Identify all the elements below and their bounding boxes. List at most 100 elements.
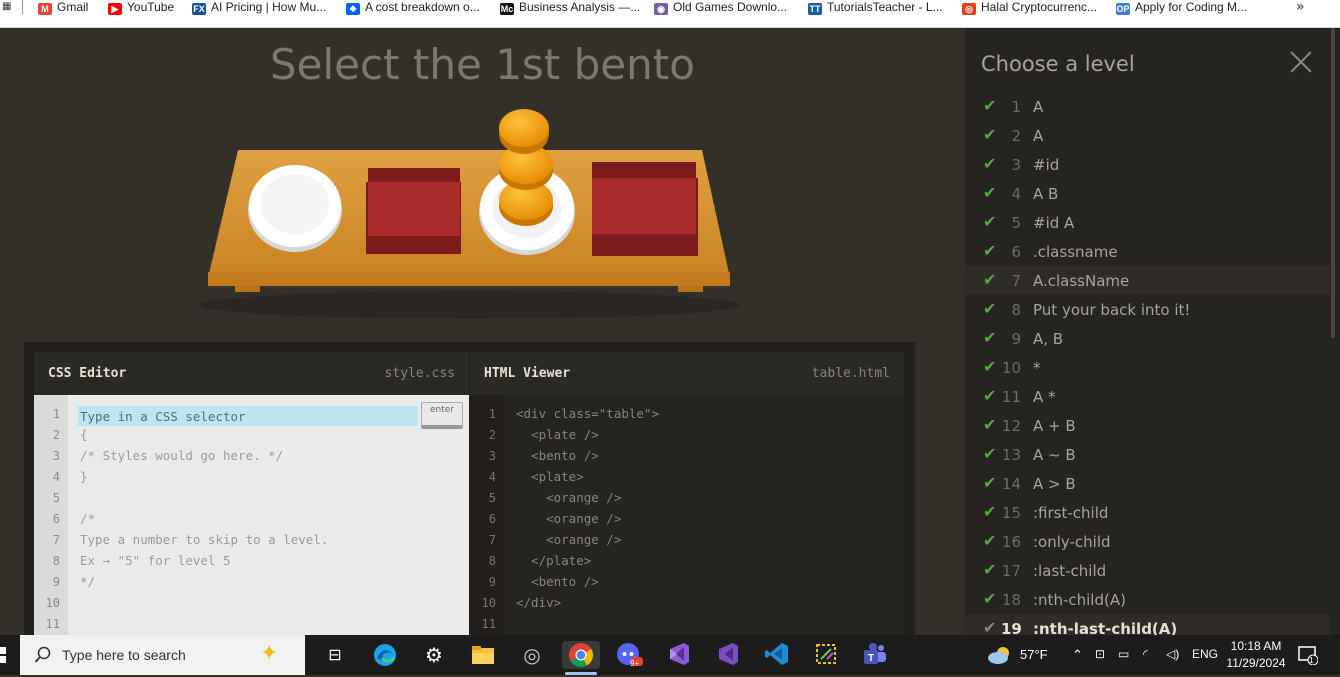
mc-icon: Mc: [500, 3, 514, 15]
input-language[interactable]: ENG: [1192, 647, 1218, 661]
level-name: #id A: [1033, 214, 1075, 232]
code-line: <orange />: [516, 511, 622, 526]
notification-count: 1: [1309, 656, 1314, 665]
code-line: <bento />: [516, 448, 599, 463]
level-number: 14: [1001, 475, 1021, 493]
level-number: 7: [1011, 272, 1021, 290]
level-item-5[interactable]: ✔ 5 #id A: [965, 208, 1330, 237]
level-number: 9: [1011, 330, 1021, 348]
weather-cloud-icon[interactable]: [987, 645, 1013, 665]
css-selector-input[interactable]: [78, 406, 418, 426]
plate-1: [248, 165, 342, 252]
vscode-icon[interactable]: [762, 641, 792, 669]
bookmark-item[interactable]: M Gmail: [38, 0, 88, 16]
checkmark-icon: ✔: [983, 415, 997, 434]
code-line: Type a number to skip to a level.: [80, 532, 329, 547]
close-icon[interactable]: [1289, 50, 1313, 74]
windows-start-icon[interactable]: [0, 647, 6, 663]
level-item-12[interactable]: ✔ 12 A + B: [965, 411, 1330, 440]
teams-icon[interactable]: T: [860, 641, 890, 669]
vs-logo-2-icon: [719, 643, 738, 665]
code-line: */: [80, 574, 96, 589]
file-explorer-icon[interactable]: [468, 641, 498, 669]
bookmark-item[interactable]: ◎ Halal Cryptocurrenc...: [962, 0, 1097, 16]
battery-icon[interactable]: ▭: [1118, 647, 1129, 661]
aperture-app-icon[interactable]: ◎: [517, 641, 547, 669]
level-number: 6: [1011, 243, 1021, 261]
html-line-gutter: 1 2 3 4 5 6 7 8 9 10 11: [470, 395, 504, 645]
level-name: A: [1033, 98, 1044, 116]
youtube-icon: ▶: [108, 3, 122, 15]
discord-icon[interactable]: [614, 641, 644, 669]
bookmark-item[interactable]: TT TutorialsTeacher - L...: [808, 0, 943, 16]
level-item-16[interactable]: ✔ 16:only-child: [965, 527, 1330, 556]
level-name: A + B: [1033, 417, 1076, 435]
task-view-icon[interactable]: ⊟: [320, 641, 350, 669]
level-number: 18: [1001, 591, 1021, 609]
level-item-4[interactable]: ✔ 4 A B: [965, 179, 1330, 208]
taskbar-search-box[interactable]: Type here to search ✦: [20, 635, 305, 675]
bookmark-item[interactable]: ▶ YouTube: [108, 0, 174, 16]
checkmark-icon: ✔: [983, 328, 997, 347]
level-item-3[interactable]: ✔ 3 #id: [965, 150, 1330, 179]
html-viewer-title: HTML Viewer: [484, 366, 571, 381]
bookmark-item[interactable]: ◉ Old Games Downlo...: [654, 0, 787, 16]
level-item-17[interactable]: ✔ 17:last-child: [965, 556, 1330, 585]
sidebar-title: Choose a level: [981, 52, 1135, 76]
level-name: :last-child: [1033, 562, 1107, 580]
level-item-2[interactable]: ✔ 2 A: [965, 121, 1330, 150]
settings-gear-icon[interactable]: ⚙: [419, 641, 449, 669]
snipping-tool-icon[interactable]: [811, 641, 841, 669]
level-item-13[interactable]: ✔ 13 A ~ B: [965, 440, 1330, 469]
notification-center-icon[interactable]: [1298, 645, 1318, 665]
level-item-14[interactable]: ✔ 14 A > B: [965, 469, 1330, 498]
more-bookmarks-chevron-icon[interactable]: »: [1296, 0, 1305, 15]
edge-browser-icon[interactable]: [370, 641, 400, 669]
line-number: 4: [488, 470, 496, 484]
chrome-browser-icon[interactable]: [562, 641, 600, 669]
code-line: </plate>: [516, 553, 592, 568]
level-item-7[interactable]: ✔ 7 A.className: [965, 266, 1330, 295]
checkmark-icon: ✔: [983, 125, 997, 144]
sidebar-scrollbar[interactable]: [1331, 28, 1335, 338]
wifi-icon[interactable]: ◜: [1143, 647, 1148, 661]
bookmark-item[interactable]: OP Apply for Coding M...: [1116, 0, 1247, 16]
level-item-15[interactable]: ✔ 15:first-child: [965, 498, 1330, 527]
level-number: 11: [1001, 388, 1021, 406]
level-item-18[interactable]: ✔ 18:nth-child(A): [965, 585, 1330, 614]
taskbar-search-placeholder: Type here to search: [62, 647, 186, 663]
visual-studio-icon[interactable]: [664, 641, 694, 669]
volume-icon[interactable]: ◁): [1166, 647, 1179, 661]
bookmark-label: A cost breakdown o...: [365, 0, 480, 14]
code-line: <plate />: [516, 427, 599, 442]
weather-temperature[interactable]: 57°F: [1020, 647, 1048, 662]
checkmark-icon: ✔: [983, 270, 997, 289]
bookmark-item[interactable]: FX AI Pricing | How Mu...: [192, 0, 326, 16]
bookmark-label: Halal Cryptocurrenc...: [981, 0, 1098, 14]
level-item-9[interactable]: ✔ 9 A, B: [965, 324, 1330, 353]
level-name: A *: [1033, 388, 1056, 406]
bookmark-item[interactable]: Mc Business Analysis —...: [500, 0, 640, 16]
apps-grid-icon[interactable]: ▦: [2, 0, 11, 14]
level-item-11[interactable]: ✔ 11 A *: [965, 382, 1330, 411]
visual-studio-2-icon[interactable]: [713, 641, 743, 669]
checkmark-icon: ✔: [983, 183, 997, 202]
code-line: <bento />: [516, 574, 599, 589]
line-number: 5: [52, 491, 60, 505]
level-item-6[interactable]: ✔ 6 .classname: [965, 237, 1330, 266]
level-item-8[interactable]: ✔ 8 Put your back into it!: [965, 295, 1330, 324]
copilot-sparkle-icon[interactable]: ✦: [260, 641, 278, 666]
bookmark-label: Gmail: [57, 0, 89, 14]
css-line-gutter: 1 2 3 4 5 6 7 8 9 10 11: [34, 395, 68, 645]
level-name: .classname: [1033, 243, 1118, 261]
level-sidebar: Choose a level ✔ 1 A ✔ 2 A ✔ 3 #id ✔ 4 A B ✔ 5 #id A ✔ 6…: [965, 28, 1340, 643]
taskbar-clock[interactable]: 10:18 AM 11/29/2024: [1226, 638, 1286, 672]
level-number: 15: [1001, 504, 1021, 522]
level-item-1[interactable]: ✔ 1 A: [965, 92, 1330, 121]
bookmark-item[interactable]: ❖ A cost breakdown o...: [346, 0, 480, 16]
level-item-10[interactable]: ✔ 10 *: [965, 353, 1330, 382]
show-hidden-icons-chevron-icon[interactable]: ⌃: [1072, 647, 1083, 663]
level-instruction-title: Select the 1st bento: [270, 40, 695, 89]
onedrive-icon[interactable]: ⊡: [1095, 647, 1105, 661]
enter-button[interactable]: enter: [421, 402, 463, 429]
